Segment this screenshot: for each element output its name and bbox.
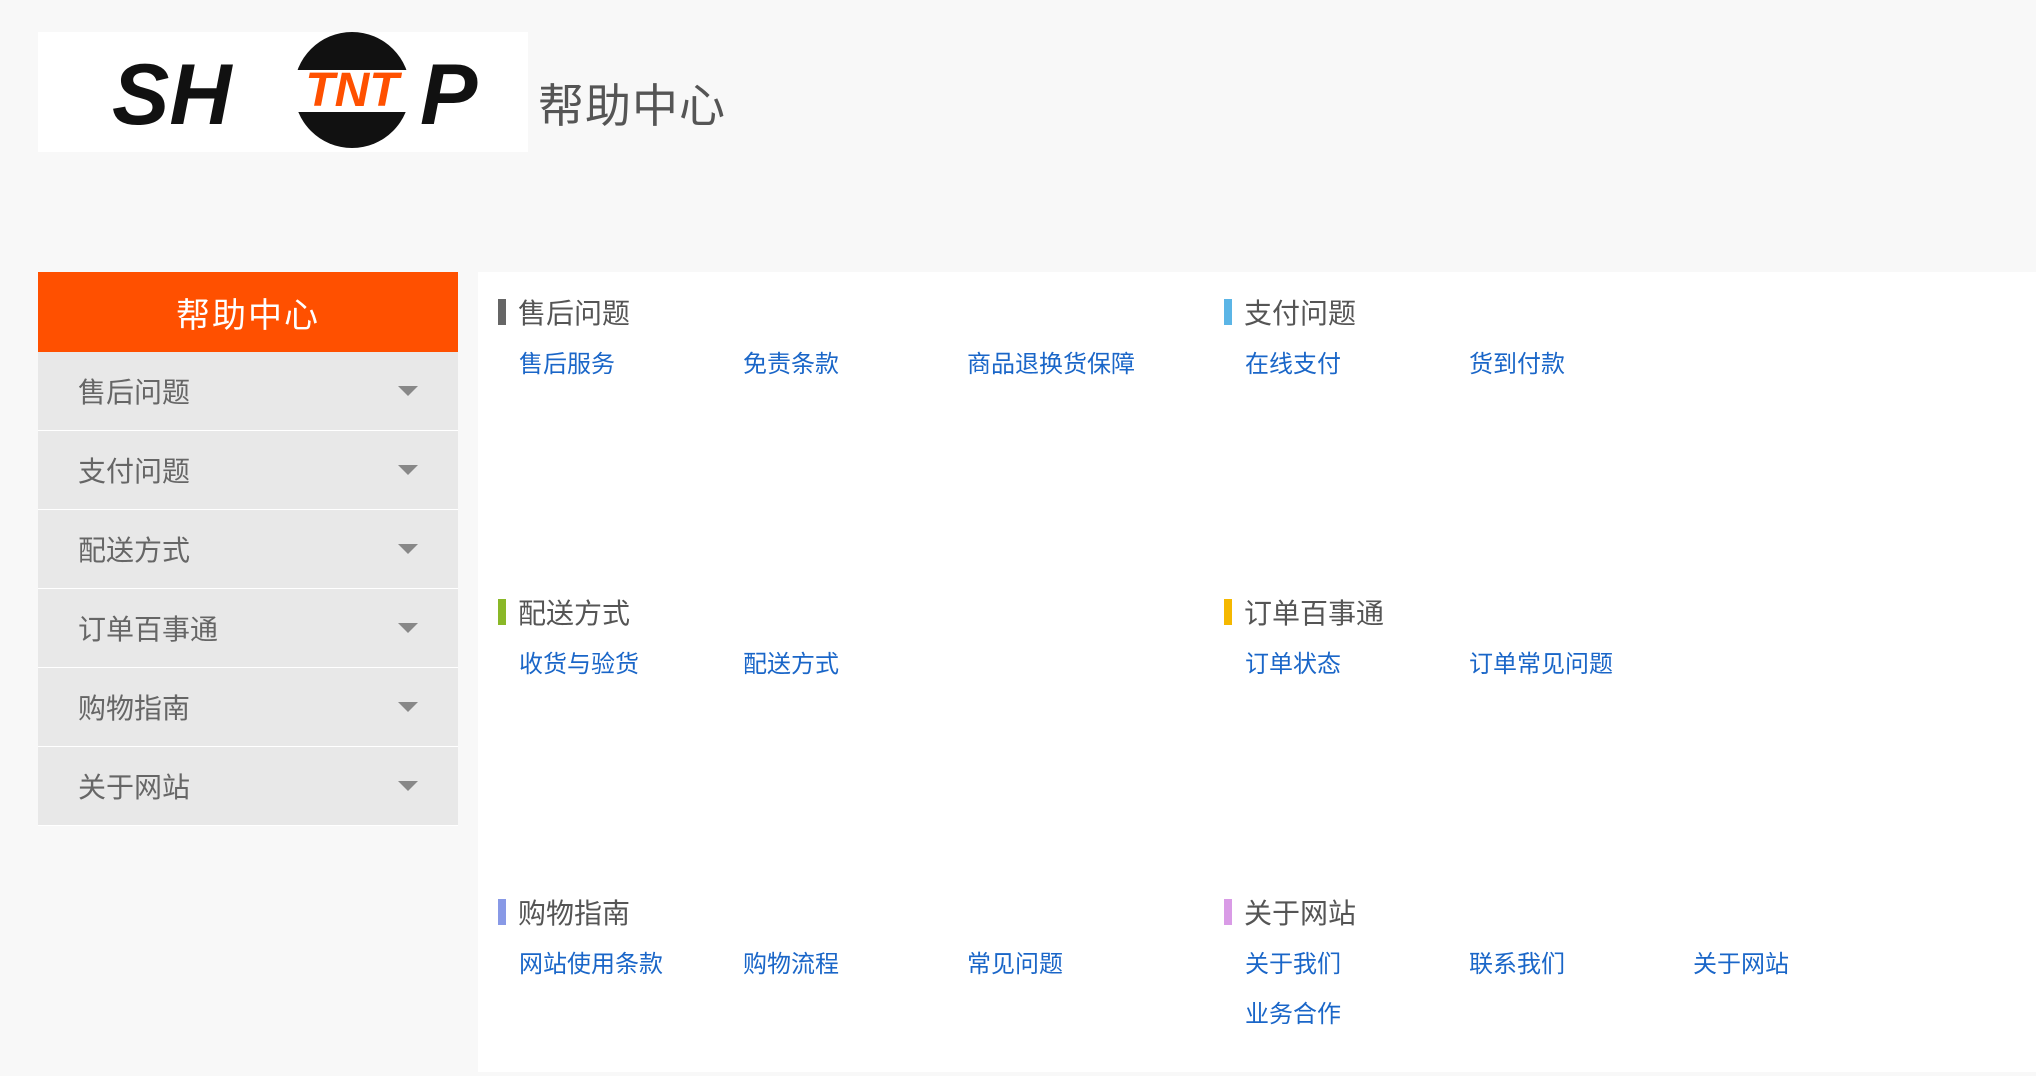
section-title: 关于网站: [1224, 892, 1924, 932]
sidebar: 帮助中心 售后问题 支付问题 配送方式 订单百事通 购物指南 关于网站: [38, 272, 458, 826]
section-title: 售后问题: [498, 292, 1198, 332]
sidebar-title: 帮助中心: [38, 272, 458, 352]
sidebar-item-label: 关于网站: [78, 771, 191, 804]
section-title-text: 支付问题: [1244, 297, 1357, 330]
chevron-down-icon: [398, 781, 418, 791]
chevron-down-icon: [398, 544, 418, 554]
section-shopping-guide: 购物指南 网站使用条款 购物流程 常见问题: [498, 892, 1198, 996]
chevron-down-icon: [398, 386, 418, 396]
svg-text:TNT: TNT: [305, 64, 402, 117]
section-orders: 订单百事通 订单状态 订单常见问题: [1224, 592, 1924, 696]
page-title: 帮助中心: [538, 79, 726, 133]
section-marker: [1224, 299, 1232, 325]
section-marker: [498, 299, 506, 325]
page-header: SH TNT P 帮助中心: [0, 0, 2036, 272]
sidebar-item-label: 购物指南: [78, 692, 191, 725]
section-links: 售后服务 免责条款 商品退换货保障: [498, 346, 1198, 396]
section-title: 配送方式: [498, 592, 1198, 632]
link-terms-of-use[interactable]: 网站使用条款: [519, 946, 743, 996]
link-about-us[interactable]: 关于我们: [1245, 946, 1469, 996]
sidebar-item-shopping-guide[interactable]: 购物指南: [38, 668, 458, 747]
link-contact-us[interactable]: 联系我们: [1469, 946, 1693, 996]
section-marker: [1224, 899, 1232, 925]
section-payment: 支付问题 在线支付 货到付款: [1224, 292, 1924, 396]
link-cash-on-delivery[interactable]: 货到付款: [1469, 346, 1693, 396]
link-business-cooperation[interactable]: 业务合作: [1245, 996, 1469, 1046]
link-shopping-process[interactable]: 购物流程: [743, 946, 967, 996]
section-delivery: 配送方式 收货与验货 配送方式: [498, 592, 1198, 696]
link-order-status[interactable]: 订单状态: [1245, 646, 1469, 696]
link-order-faq[interactable]: 订单常见问题: [1469, 646, 1693, 696]
section-marker: [1224, 599, 1232, 625]
section-links: 收货与验货 配送方式: [498, 646, 1198, 696]
link-about-site[interactable]: 关于网站: [1693, 946, 1917, 996]
section-title: 支付问题: [1224, 292, 1924, 332]
help-content: 售后问题 售后服务 免责条款 商品退换货保障 支付问题 在线支付 货到付款 配送…: [478, 272, 2036, 1072]
link-online-payment[interactable]: 在线支付: [1245, 346, 1469, 396]
section-title-text: 售后问题: [518, 297, 631, 330]
section-marker: [498, 599, 506, 625]
section-links: 在线支付 货到付款: [1224, 346, 1924, 396]
section-links: 关于我们 联系我们 关于网站 业务合作: [1224, 946, 1924, 1046]
section-title: 购物指南: [498, 892, 1198, 932]
section-title-text: 关于网站: [1244, 897, 1357, 930]
section-title-text: 订单百事通: [1244, 597, 1385, 630]
section-links: 订单状态 订单常见问题: [1224, 646, 1924, 696]
sidebar-item-label: 售后问题: [78, 376, 191, 409]
section-after-sales: 售后问题 售后服务 免责条款 商品退换货保障: [498, 292, 1198, 396]
section-about: 关于网站 关于我们 联系我们 关于网站 业务合作: [1224, 892, 1924, 1046]
sidebar-item-label: 支付问题: [78, 455, 191, 488]
section-links: 网站使用条款 购物流程 常见问题: [498, 946, 1198, 996]
link-disclaimer[interactable]: 免责条款: [743, 346, 967, 396]
sidebar-item-about[interactable]: 关于网站: [38, 747, 458, 826]
sidebar-item-label: 订单百事通: [78, 613, 219, 646]
section-title: 订单百事通: [1224, 592, 1924, 632]
svg-text:P: P: [420, 47, 478, 143]
chevron-down-icon: [398, 465, 418, 475]
link-receipt-inspection[interactable]: 收货与验货: [519, 646, 743, 696]
svg-text:SH: SH: [112, 47, 233, 143]
link-after-sales-service[interactable]: 售后服务: [519, 346, 743, 396]
sidebar-item-orders[interactable]: 订单百事通: [38, 589, 458, 668]
link-faq[interactable]: 常见问题: [967, 946, 1191, 996]
sidebar-item-delivery[interactable]: 配送方式: [38, 510, 458, 589]
sidebar-item-payment[interactable]: 支付问题: [38, 431, 458, 510]
chevron-down-icon: [398, 702, 418, 712]
site-logo[interactable]: SH TNT P: [38, 32, 528, 152]
link-delivery-methods[interactable]: 配送方式: [743, 646, 967, 696]
chevron-down-icon: [398, 623, 418, 633]
section-marker: [498, 899, 506, 925]
sidebar-item-label: 配送方式: [78, 534, 191, 567]
section-title-text: 购物指南: [518, 897, 631, 930]
sidebar-item-after-sales[interactable]: 售后问题: [38, 352, 458, 431]
link-return-guarantee[interactable]: 商品退换货保障: [967, 346, 1191, 396]
section-title-text: 配送方式: [518, 597, 631, 630]
